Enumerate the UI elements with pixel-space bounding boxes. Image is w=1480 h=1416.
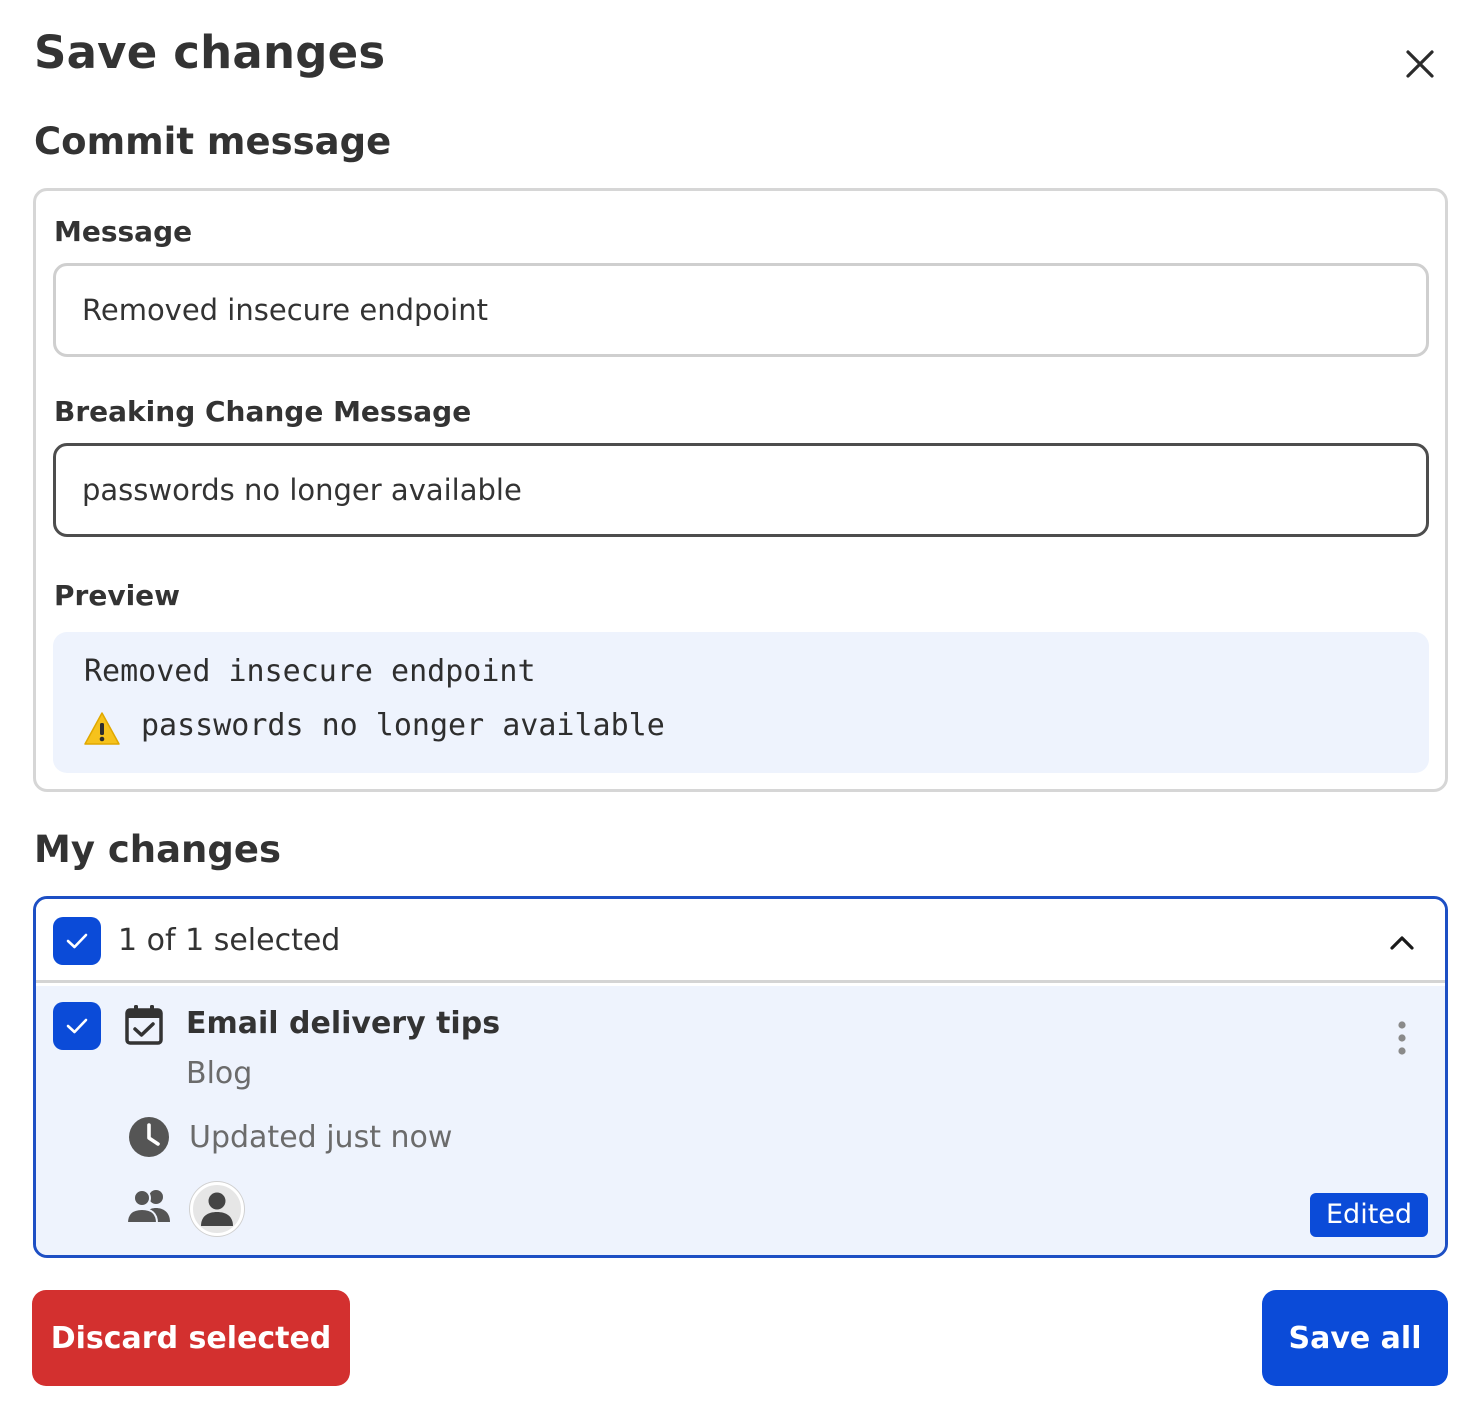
message-input[interactable] <box>53 263 1429 357</box>
save-changes-dialog: Save changes Commit message Message Brea… <box>0 0 1480 1416</box>
breaking-change-label: Breaking Change Message <box>54 395 472 428</box>
save-all-button[interactable]: Save all <box>1262 1290 1448 1386</box>
discard-selected-button[interactable]: Discard selected <box>32 1290 350 1386</box>
clock-icon <box>129 1117 169 1157</box>
check-icon <box>66 1018 88 1034</box>
calendar-check-icon <box>125 1005 163 1045</box>
close-icon <box>1406 50 1434 78</box>
users-icon <box>126 1189 170 1224</box>
breaking-change-input[interactable] <box>53 443 1429 537</box>
check-icon <box>66 933 88 949</box>
my-changes-heading: My changes <box>34 828 282 871</box>
warning-icon <box>84 712 120 745</box>
item-title: Email delivery tips <box>186 1006 501 1041</box>
chevron-up-icon <box>1390 936 1414 950</box>
preview-label: Preview <box>54 579 181 612</box>
dialog-title: Save changes <box>34 26 386 79</box>
item-more-button[interactable] <box>1380 1008 1424 1068</box>
changes-header: 1 of 1 selected <box>36 899 1445 983</box>
item-content-type: Blog <box>186 1056 253 1091</box>
user-icon <box>201 1192 233 1226</box>
status-badge: Edited <box>1310 1193 1429 1237</box>
item-updated-time: Updated just now <box>189 1120 453 1155</box>
preview-breaking-line: passwords no longer available <box>141 708 665 743</box>
close-button[interactable] <box>1398 42 1442 86</box>
selected-count: 1 of 1 selected <box>118 923 341 958</box>
more-vertical-icon <box>1398 1021 1406 1055</box>
message-label: Message <box>54 215 193 248</box>
select-all-checkbox[interactable] <box>53 917 101 965</box>
item-checkbox[interactable] <box>53 1002 101 1050</box>
collapse-button[interactable] <box>1380 921 1424 965</box>
avatar <box>190 1182 244 1236</box>
my-changes-panel: 1 of 1 selected Email delivery tips Blog… <box>33 896 1448 1258</box>
commit-preview: Removed insecure endpoint passwords no l… <box>53 632 1429 773</box>
commit-message-panel: Message Breaking Change Message Preview … <box>33 188 1448 792</box>
commit-message-heading: Commit message <box>34 120 392 163</box>
change-item[interactable]: Email delivery tips Blog Updated just no… <box>36 986 1445 1255</box>
preview-message-line: Removed insecure endpoint <box>84 654 536 689</box>
